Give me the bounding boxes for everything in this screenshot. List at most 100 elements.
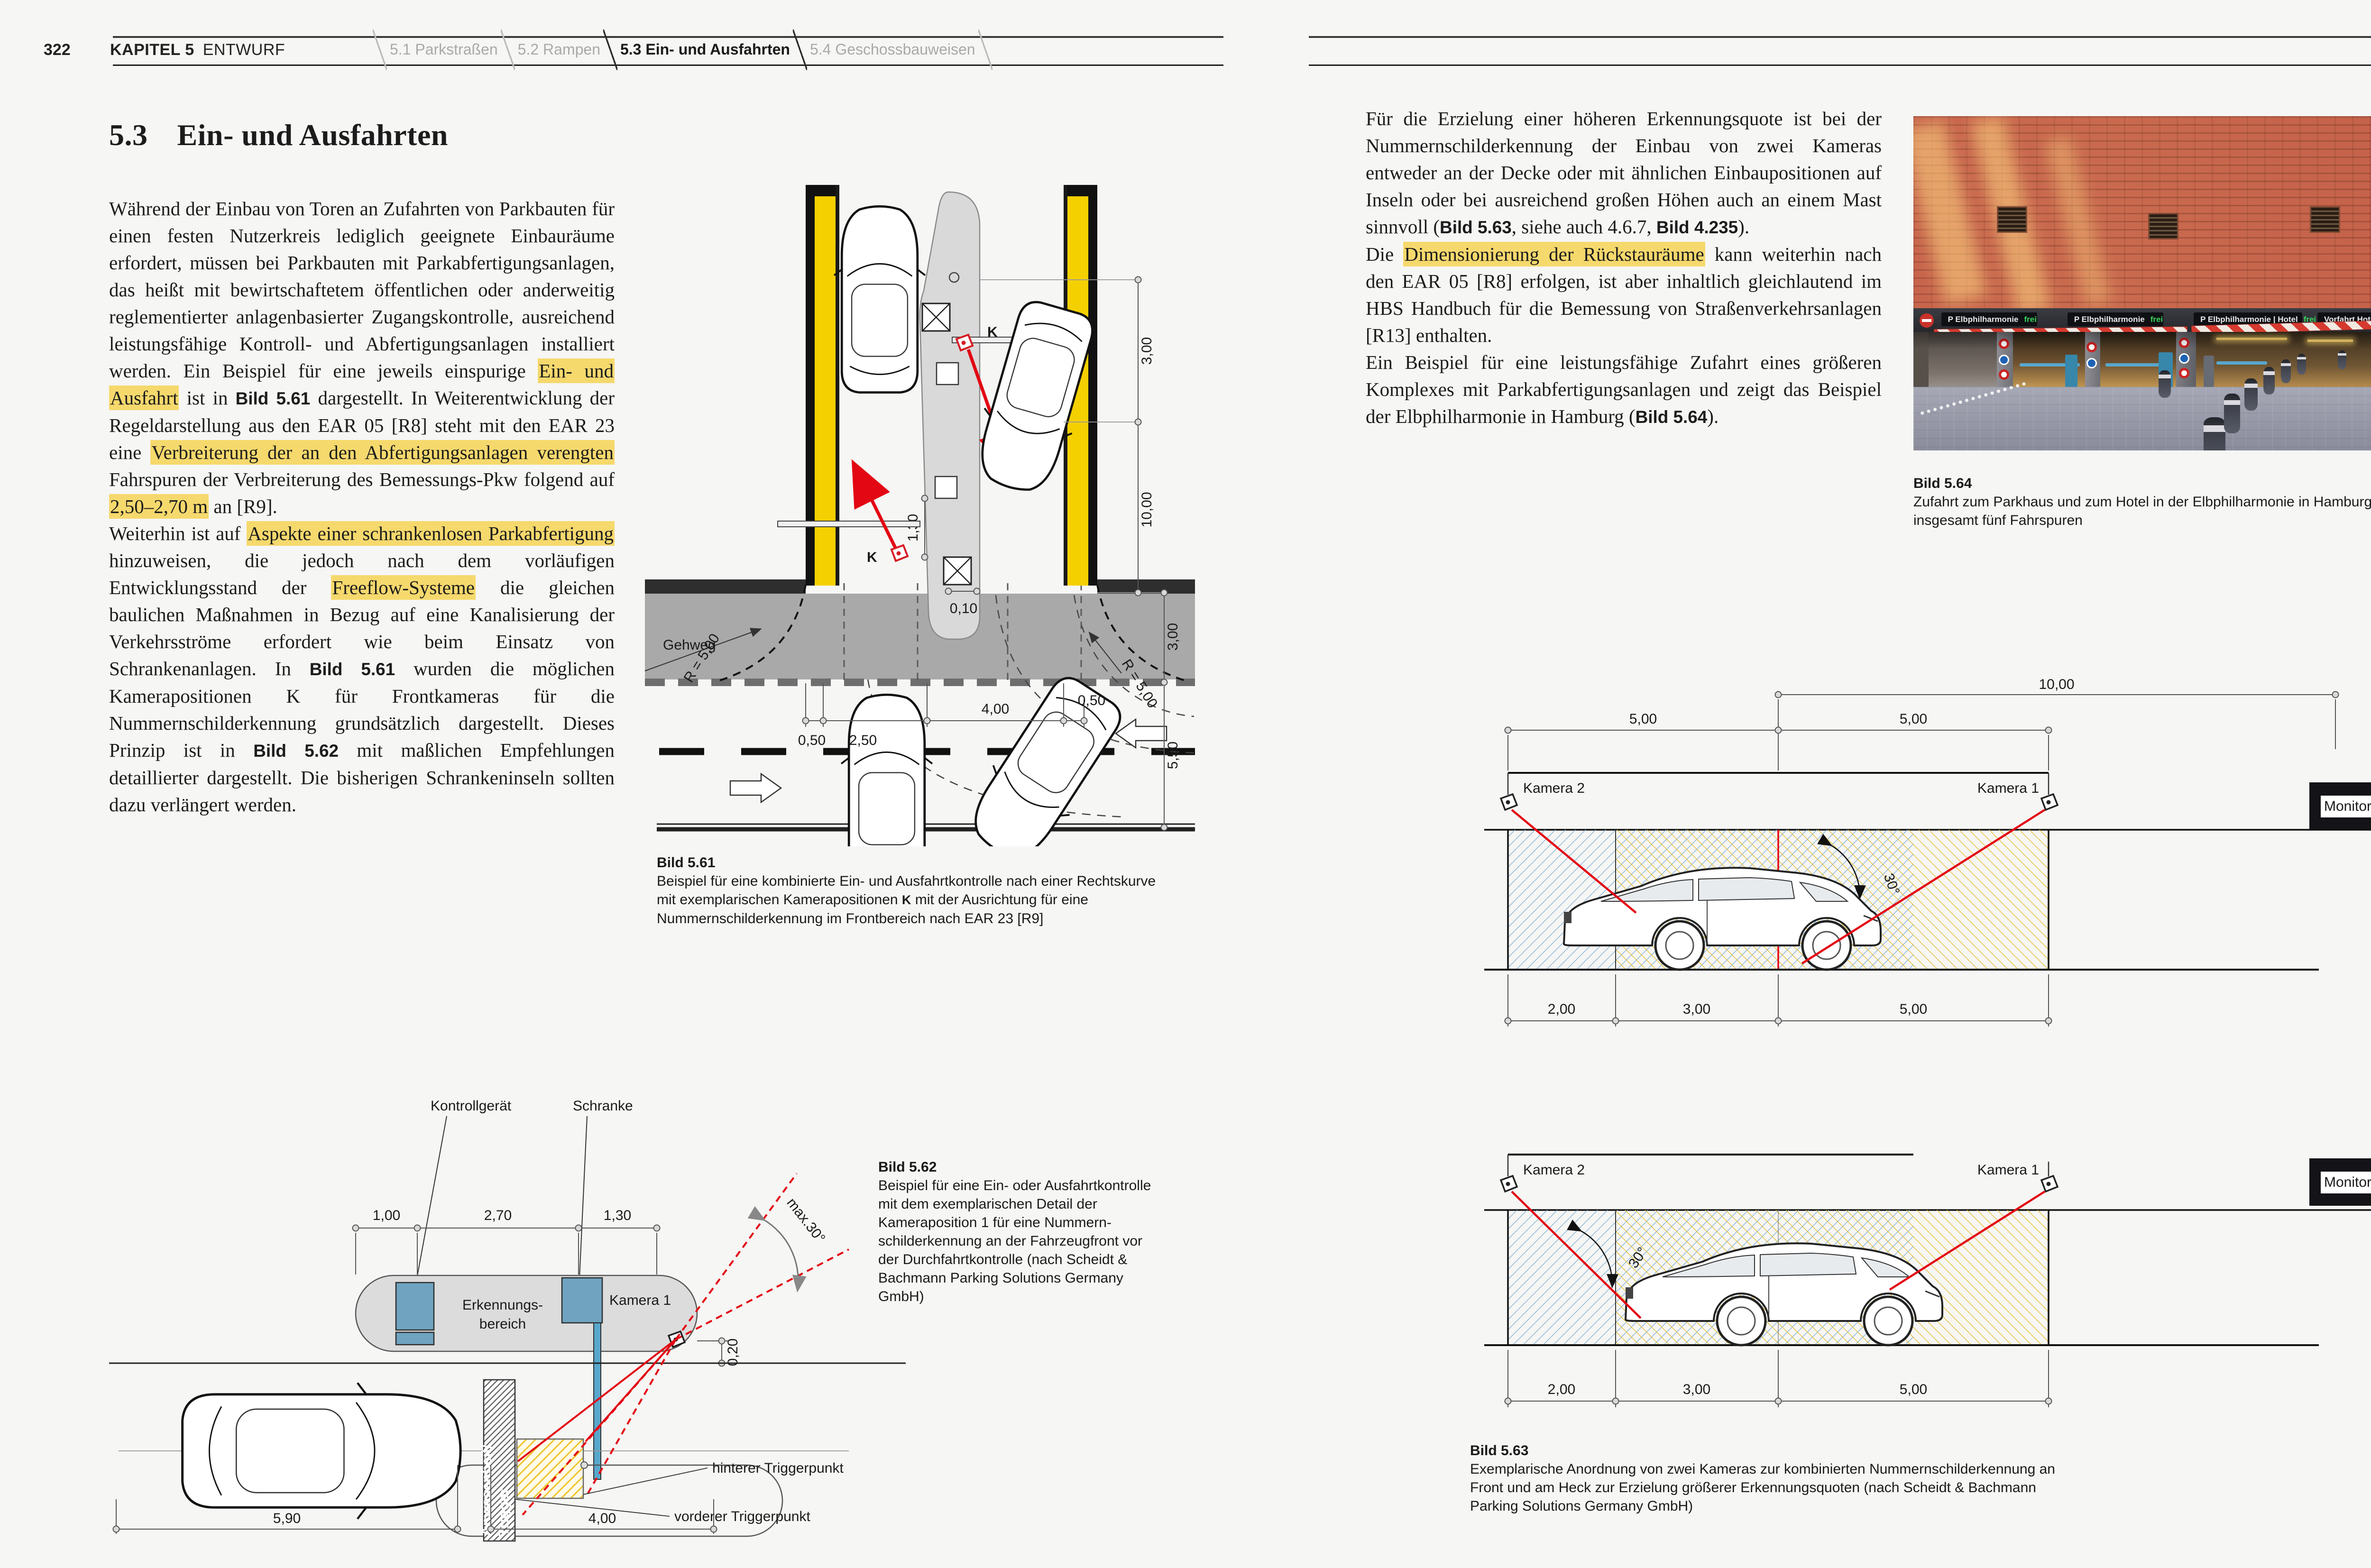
header-rule-bottom-left [113,64,1223,66]
figure-label: Bild 5.64 [1913,474,2371,493]
figure-5-61-diagram: K 1,30 1,30 K 0,10 R = 5,00 R = 5,00 Geh… [645,183,1195,846]
chapter-label: KAPITEL 5 [110,41,194,59]
svg-text:1,00: 1,00 [373,1208,400,1223]
bollard-post [2204,356,2214,389]
dim-020 [697,1338,728,1366]
svg-text:3,00: 3,00 [1139,337,1155,365]
facade-vent [1997,206,2027,233]
barrier-arm [2216,361,2267,365]
breadcrumb-item-geschossbauweisen[interactable]: 5.4 Geschossbauweisen [810,41,975,58]
pillar [2176,332,2196,389]
header-rule-top-left [113,36,1223,38]
ceiling-light [2216,338,2287,340]
camera-sight-arrow [855,465,895,548]
svg-text:bereich: bereich [479,1316,526,1332]
pillar [1997,332,2013,389]
fig563-lower: Kamera 2 Kamera 1 Monitor 30° 2,00 3,00 … [1484,1155,2371,1407]
facade-vent [2310,206,2340,233]
kamera1-label: Kamera 1 [1977,1162,2039,1178]
sidewalk [645,594,1195,679]
right-text-column: Für die Erzielung einer höheren Erkennun… [1366,105,1882,431]
camera-2-icon [1501,794,1517,810]
fig563-upper: 10,00 5,00 5,00 Kamera 2 Kamera 1 Monito… [1484,677,2371,1027]
svg-text:2,00: 2,00 [1548,1001,1575,1017]
bollard [2281,359,2291,383]
kamera2-label: Kamera 2 [1523,1162,1585,1178]
breadcrumb-slash [603,29,617,70]
breadcrumb-slash [978,29,993,70]
breadcrumb-item-rampen[interactable]: 5.2 Rampen [518,41,600,58]
traffic-sign-icon [1999,369,2009,380]
hinterer-triggerpunkt-label: hinterer Triggerpunkt [712,1460,844,1476]
traffic-sign-icon [1999,355,2009,365]
figure-caption-text: Zufahrt zum Parkhaus und zum Hotel in de… [1913,494,2371,528]
figure-label: Bild 5.63 [1470,1441,2086,1460]
svg-text:10,00: 10,00 [2039,677,2074,692]
svg-text:3,00: 3,00 [1165,623,1181,651]
traffic-sign-icon [2086,342,2097,352]
figure-5-62-diagram: Kontrollgerät Schranke 1,00 2,70 1,30 Er… [109,1086,915,1546]
figure-caption-text: Exemplarische Anordnung von zwei Kameras… [1470,1461,2055,1514]
breadcrumb-item-parkstrassen[interactable]: 5.1 Parkstraßen [390,41,498,58]
svg-text:Anwesenheit/: Anwesenheit/ [479,1444,495,1536]
control-device-exit [944,557,971,585]
svg-text:0,50: 0,50 [798,733,826,748]
kamera1-label: Kamera 1 [609,1293,671,1308]
monitor-label: Monitor [2324,1174,2371,1190]
traffic-sign-icon [1999,339,2009,349]
breadcrumb: 5.1 Parkstraßen 5.2 Rampen 5.3 Ein- und … [375,41,991,58]
paragraph: Weiterhin ist auf Aspekte einer schranke… [109,520,615,818]
car-exiting-street [841,695,932,846]
figure-5-64-caption: Bild 5.64 Zufahrt zum Parkhaus und zum H… [1913,474,2371,530]
breadcrumb-slash [373,29,387,70]
barrier-arm [2105,363,2166,367]
vorderer-triggerpunkt-label: vorderer Triggerpunkt [674,1509,810,1524]
parking-sign-2: P Elbphilharmoniefrei [2068,312,2163,326]
ticket-machine [2065,355,2077,389]
svg-text:Erkennungs-: Erkennungs- [462,1297,543,1313]
breadcrumb-slash [501,29,515,70]
svg-text:5,50: 5,50 [1165,742,1181,769]
svg-text:5,00: 5,00 [1900,1382,1927,1397]
figure-caption-text: Beispiel für eine kombinierte Ein- und A… [657,873,1156,926]
kontrollgeraet-box [396,1283,434,1330]
paragraph: Während der Einbau von Toren an Zufahrte… [109,195,615,520]
parking-sign-1: P Elbphilharmoniefrei [1941,312,2037,326]
left-text-column: Während der Einbau von Toren an Zufahrte… [109,195,615,818]
running-head: KAPITEL 5ENTWURF [110,41,285,59]
svg-text:2,00: 2,00 [1548,1382,1575,1397]
camera-2-icon [1501,1176,1517,1192]
svg-text:0,50: 0,50 [1078,693,1105,708]
traffic-sign-icon [2086,358,2097,368]
figure-caption-text: Beispiel für eine Ein- oder Ausfahrt­kon… [878,1178,1151,1304]
section-title: 5.3 Ein- und Ausfahrten [109,118,448,153]
schranke-label: Schranke [573,1098,633,1114]
bollard [2204,417,2225,451]
svg-text:1,30: 1,30 [604,1208,631,1223]
svg-text:5,00: 5,00 [1629,711,1657,727]
svg-text:0,10: 0,10 [950,601,977,616]
page-number-left: 322 [44,41,71,59]
kontrollgeraet-label: Kontrollgerät [431,1098,512,1114]
svg-text:2,50: 2,50 [849,733,877,748]
trigger-zone [517,1439,583,1498]
svg-text:3,00: 3,00 [1683,1382,1710,1397]
dims-bottom [1505,974,2052,1027]
direction-arrow-right [730,774,781,802]
camera-k-label: K [867,550,877,565]
bollard [2338,350,2346,369]
traffic-sign-icon [2179,338,2189,348]
bollard [2244,378,2258,411]
dim-chain-a [1135,277,1141,596]
paragraph: Die Dimensionierung der Rückstauräume ka… [1366,241,1882,349]
bollard [2159,370,2171,398]
ceiling-light [2307,339,2353,342]
figure-5-63-caption: Bild 5.63 Exemplarische Anordnung von zw… [1470,1441,2086,1515]
svg-text:3,00: 3,00 [1683,1001,1710,1017]
figure-5-62-caption: Bild 5.62 Beispiel für eine Ein- oder Au… [878,1158,1153,1306]
svg-text:1,30: 1,30 [905,514,921,541]
breadcrumb-item-ein-und-ausfahrten[interactable]: 5.3 Ein- und Ausfahrten [620,41,790,58]
control-device-entry [922,303,950,331]
svg-text:5,90: 5,90 [273,1511,301,1526]
facade-vent [2148,213,2178,239]
